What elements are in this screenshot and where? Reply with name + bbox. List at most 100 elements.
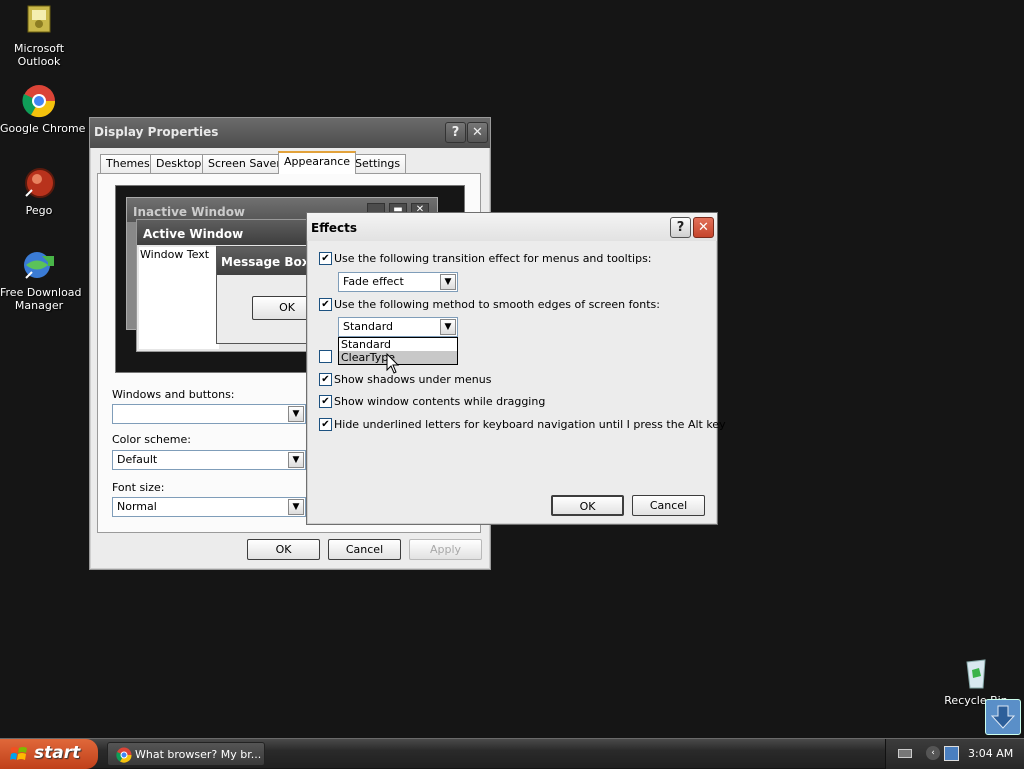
tab-settings-label: Settings — [355, 157, 401, 170]
taskbar-item-chrome[interactable]: What browser? My br... — [107, 742, 265, 766]
download-overlay-icon[interactable] — [985, 699, 1021, 735]
start-button[interactable]: start — [0, 739, 98, 769]
recycle-bin-icon — [959, 656, 993, 690]
underline-letters-checkbox[interactable]: ✔ — [319, 418, 332, 431]
window-title: Display Properties — [94, 125, 219, 139]
start-label: start — [34, 743, 81, 763]
ok-label: OK — [275, 543, 292, 556]
preview-window-text: Window Text — [140, 248, 210, 261]
apply-button[interactable]: Apply — [409, 539, 482, 560]
preview-message-box-title: Message Box — [217, 247, 315, 275]
fdm-label-2: Manager — [14, 299, 64, 312]
desktop-icon-outlook[interactable]: Microsoft Outlook — [0, 4, 78, 68]
effects-cancel-button[interactable]: Cancel — [632, 495, 705, 516]
windows-buttons-label: Windows and buttons: — [112, 388, 235, 401]
fdm-label-1: Free Download — [0, 286, 82, 299]
chevron-down-icon[interactable]: ▼ — [288, 406, 304, 422]
checkmark-icon: ✔ — [321, 253, 330, 264]
outlook-label-1: Microsoft — [13, 42, 65, 55]
tab-themes[interactable]: Themes — [100, 154, 156, 173]
color-scheme-select[interactable]: Default ▼ — [112, 450, 306, 470]
transition-select[interactable]: Fade effect ▼ — [338, 272, 458, 292]
shadows-label: Show shadows under menus — [334, 373, 492, 386]
effects-close-button[interactable]: ✕ — [693, 217, 714, 238]
windows-logo-icon — [10, 746, 28, 762]
desktop-icon-chrome[interactable]: Google Chrome — [0, 84, 86, 135]
tab-appearance[interactable]: Appearance — [278, 151, 357, 174]
fdm-icon — [22, 248, 56, 282]
effects-ok-label: OK — [579, 500, 596, 513]
shadows-checkbox[interactable]: ✔ — [319, 373, 332, 386]
outlook-label-2: Outlook — [17, 55, 61, 68]
effects-titlebar[interactable]: Effects — [307, 213, 717, 241]
close-icon: ✕ — [698, 220, 709, 235]
clock[interactable]: 3:04 AM — [968, 747, 1013, 760]
preview-ok-label: OK — [279, 301, 295, 314]
transition-value: Fade effect — [343, 275, 404, 288]
drag-contents-checkbox[interactable]: ✔ — [319, 395, 332, 408]
smoothing-select[interactable]: Standard ▼ — [338, 317, 458, 337]
dropdown-option-standard[interactable]: Standard — [339, 338, 457, 351]
color-scheme-label: Color scheme: — [112, 433, 191, 446]
tab-screen-saver[interactable]: Screen Saver — [202, 154, 287, 173]
font-size-label: Font size: — [112, 481, 165, 494]
checkmark-icon: ✔ — [321, 396, 330, 407]
transition-checkbox[interactable]: ✔ — [319, 252, 332, 265]
help-button[interactable]: ? — [445, 122, 466, 143]
color-scheme-value: Default — [117, 453, 158, 466]
taskbar-item-label: What browser? My br... — [135, 748, 262, 761]
desktop-icon-fdm[interactable]: Free Download Manager — [0, 248, 82, 312]
ok-button[interactable]: OK — [247, 539, 320, 560]
cancel-label: Cancel — [345, 543, 384, 556]
drag-contents-label: Show window contents while dragging — [334, 395, 546, 408]
effects-help-button[interactable]: ? — [670, 217, 691, 238]
system-tray: ‹ 3:04 AM — [885, 739, 1024, 769]
smoothing-value: Standard — [343, 320, 394, 333]
close-icon: ✕ — [472, 125, 483, 140]
chrome-taskbar-icon — [116, 747, 132, 765]
tab-appearance-label: Appearance — [284, 155, 351, 168]
preview-window-body: Window Text — [139, 247, 219, 349]
pego-icon — [22, 166, 56, 200]
outlook-icon — [22, 4, 56, 38]
help-icon: ? — [451, 125, 460, 140]
smoothing-checkbox[interactable]: ✔ — [319, 298, 332, 311]
keyboard-icon[interactable] — [898, 749, 912, 758]
close-button[interactable]: ✕ — [467, 122, 488, 143]
help-icon: ? — [676, 220, 685, 235]
checkmark-icon: ✔ — [321, 419, 330, 430]
large-icons-checkbox[interactable] — [319, 350, 332, 363]
font-size-select[interactable]: Normal ▼ — [112, 497, 306, 517]
desktop-icon-pego[interactable]: Pego — [0, 166, 78, 217]
tab-desktop-label: Desktop — [156, 157, 202, 170]
effects-cancel-label: Cancel — [649, 499, 688, 512]
transition-label: Use the following transition effect for … — [334, 252, 652, 265]
chrome-label: Google Chrome — [0, 122, 86, 135]
mouse-cursor-icon — [386, 352, 400, 378]
font-size-value: Normal — [117, 500, 157, 513]
preview-message-box: Message Box OK — [216, 246, 322, 344]
cancel-button[interactable]: Cancel — [328, 539, 401, 560]
tray-expand-chevron-icon[interactable]: ‹ — [926, 746, 940, 760]
apply-label: Apply — [429, 543, 462, 556]
pego-label: Pego — [25, 204, 53, 217]
chrome-icon — [22, 84, 56, 118]
effects-title: Effects — [311, 221, 358, 235]
display-properties-titlebar[interactable]: Display Properties — [90, 118, 490, 148]
tab-desktop[interactable]: Desktop — [150, 154, 208, 173]
effects-ok-button[interactable]: OK — [551, 495, 624, 516]
chevron-down-icon[interactable]: ▼ — [288, 499, 304, 515]
tab-screen-saver-label: Screen Saver — [208, 157, 281, 170]
windows-buttons-select[interactable]: ▼ — [112, 404, 306, 424]
tab-themes-label: Themes — [106, 157, 150, 170]
chevron-down-icon[interactable]: ▼ — [440, 319, 456, 335]
underline-letters-label: Hide underlined letters for keyboard nav… — [334, 418, 726, 431]
taskbar: start What browser? My br... ‹ 3:04 AM — [0, 738, 1024, 769]
checkmark-icon: ✔ — [321, 374, 330, 385]
chevron-down-icon[interactable]: ▼ — [288, 452, 304, 468]
checkmark-icon: ✔ — [321, 299, 330, 310]
network-icon[interactable] — [944, 746, 959, 761]
chevron-down-icon[interactable]: ▼ — [440, 274, 456, 290]
smoothing-label: Use the following method to smooth edges… — [334, 298, 660, 311]
tab-settings[interactable]: Settings — [349, 154, 407, 173]
